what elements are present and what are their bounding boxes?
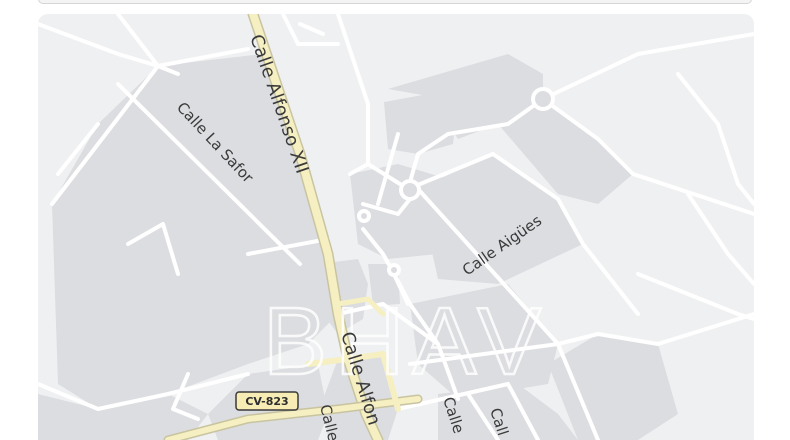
road-shield-cv-823: CV-823 (235, 391, 299, 411)
top-bar (38, 0, 752, 4)
map-view[interactable]: BHAV Calle Alfonso XII Calle La Safor Ca… (38, 14, 754, 440)
watermark-text: BHAV (263, 288, 549, 395)
map-canvas: BHAV Calle Alfonso XII Calle La Safor Ca… (38, 14, 754, 440)
road-shield-label: CV-823 (245, 395, 288, 408)
